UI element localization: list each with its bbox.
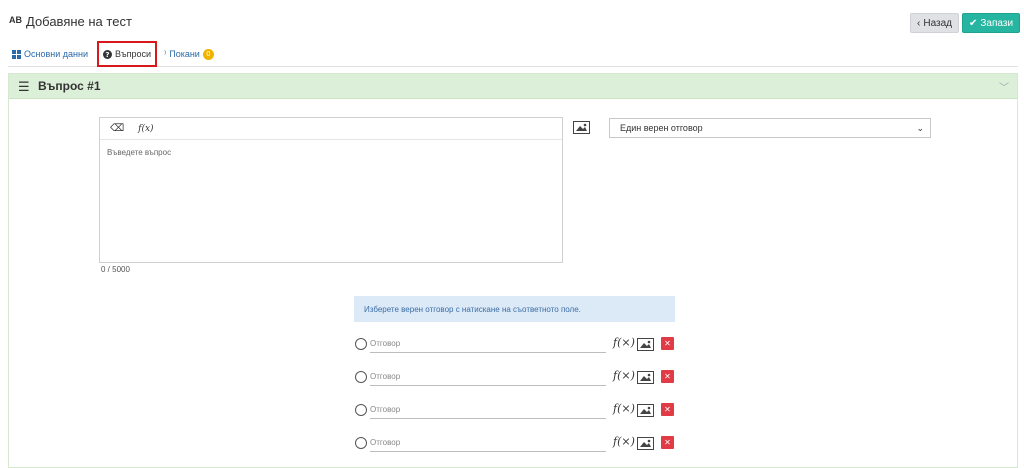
correct-answer-radio[interactable] bbox=[355, 404, 367, 416]
delete-answer-button[interactable]: ✕ bbox=[661, 337, 674, 350]
delete-answer-button[interactable]: ✕ bbox=[661, 436, 674, 449]
grid-icon bbox=[12, 49, 21, 59]
image-icon[interactable] bbox=[637, 437, 654, 450]
tab-invitations[interactable]: ⁾ Покани 0 bbox=[160, 42, 218, 66]
question-panel: ☰ Въпрос #1 ﹀ ⌫ f(x) Въведете въпрос 0 /… bbox=[8, 73, 1018, 468]
question-title: Въпрос #1 bbox=[38, 79, 101, 93]
answer-hint: Изберете верен отговор с натискане на съ… bbox=[354, 296, 675, 322]
correct-answer-radio[interactable] bbox=[355, 371, 367, 383]
tab-questions[interactable]: ? Въпроси bbox=[97, 41, 158, 67]
eraser-icon[interactable]: ⌫ bbox=[110, 123, 124, 134]
tab-label: Въпроси bbox=[115, 49, 152, 59]
answer-input[interactable]: Отговор bbox=[370, 368, 606, 386]
correct-answer-radio[interactable] bbox=[355, 437, 367, 449]
tab-label: Покани bbox=[169, 49, 200, 59]
save-button[interactable]: ✔ Запази bbox=[962, 13, 1021, 33]
rss-icon: ⁾ bbox=[164, 48, 167, 59]
answer-input[interactable]: Отговор bbox=[370, 335, 606, 353]
page-title-text: Добавяне на тест bbox=[26, 14, 132, 29]
chevron-down-icon[interactable]: ﹀ bbox=[999, 79, 1009, 94]
question-type-value: Един верен отговор bbox=[620, 123, 703, 133]
delete-answer-button[interactable]: ✕ bbox=[661, 370, 674, 383]
tab-bar: Основни данни ? Въпроси ⁾ Покани 0 bbox=[8, 41, 1018, 67]
formula-icon[interactable]: f(×) bbox=[613, 369, 635, 382]
drag-handle-icon[interactable]: ☰ bbox=[18, 79, 30, 95]
question-type-select[interactable]: Един верен отговор ⌄ bbox=[609, 118, 931, 138]
chevron-down-icon: ⌄ bbox=[916, 123, 924, 133]
invitations-count-badge: 0 bbox=[202, 48, 214, 60]
image-icon[interactable] bbox=[637, 404, 654, 417]
delete-answer-button[interactable]: ✕ bbox=[661, 403, 674, 416]
image-icon[interactable] bbox=[637, 338, 654, 351]
answer-row: Отговор f(×) ✕ bbox=[354, 368, 684, 388]
char-counter: 0 / 5000 bbox=[101, 265, 130, 274]
tab-basic-data[interactable]: Основни данни bbox=[8, 42, 92, 66]
formula-icon[interactable]: f(×) bbox=[613, 402, 635, 415]
formula-button[interactable]: f(x) bbox=[138, 124, 153, 134]
svg-text:?: ? bbox=[105, 50, 109, 59]
top-bar: AB Добавяне на тест ‹ Назад ✔ Запази bbox=[0, 0, 1024, 44]
formula-icon[interactable]: f(×) bbox=[613, 435, 635, 448]
image-icon[interactable] bbox=[573, 121, 590, 134]
back-button-label: Назад bbox=[923, 17, 952, 29]
question-circle-icon: ? bbox=[103, 49, 112, 59]
page-title: AB Добавяне на тест bbox=[9, 14, 132, 29]
answer-row: Отговор f(×) ✕ bbox=[354, 401, 684, 421]
save-button-label: Запази bbox=[980, 17, 1014, 29]
answer-input[interactable]: Отговор bbox=[370, 401, 606, 419]
editor-toolbar: ⌫ f(x) bbox=[100, 118, 562, 140]
tab-label: Основни данни bbox=[24, 49, 88, 59]
back-button[interactable]: ‹ Назад bbox=[910, 13, 959, 33]
chevron-left-icon: ‹ bbox=[917, 17, 921, 29]
formula-icon[interactable]: f(×) bbox=[613, 336, 635, 349]
image-icon[interactable] bbox=[637, 371, 654, 384]
correct-answer-radio[interactable] bbox=[355, 338, 367, 350]
question-editor[interactable]: ⌫ f(x) Въведете въпрос bbox=[99, 117, 563, 263]
question-text-area[interactable]: Въведете въпрос bbox=[100, 140, 562, 165]
answer-row: Отговор f(×) ✕ bbox=[354, 434, 684, 454]
answer-row: Отговор f(×) ✕ bbox=[354, 335, 684, 355]
question-panel-header[interactable]: ☰ Въпрос #1 ﹀ bbox=[9, 74, 1017, 99]
answer-input[interactable]: Отговор bbox=[370, 434, 606, 452]
spell-check-icon: AB bbox=[9, 14, 22, 25]
check-icon: ✔ bbox=[969, 17, 978, 29]
